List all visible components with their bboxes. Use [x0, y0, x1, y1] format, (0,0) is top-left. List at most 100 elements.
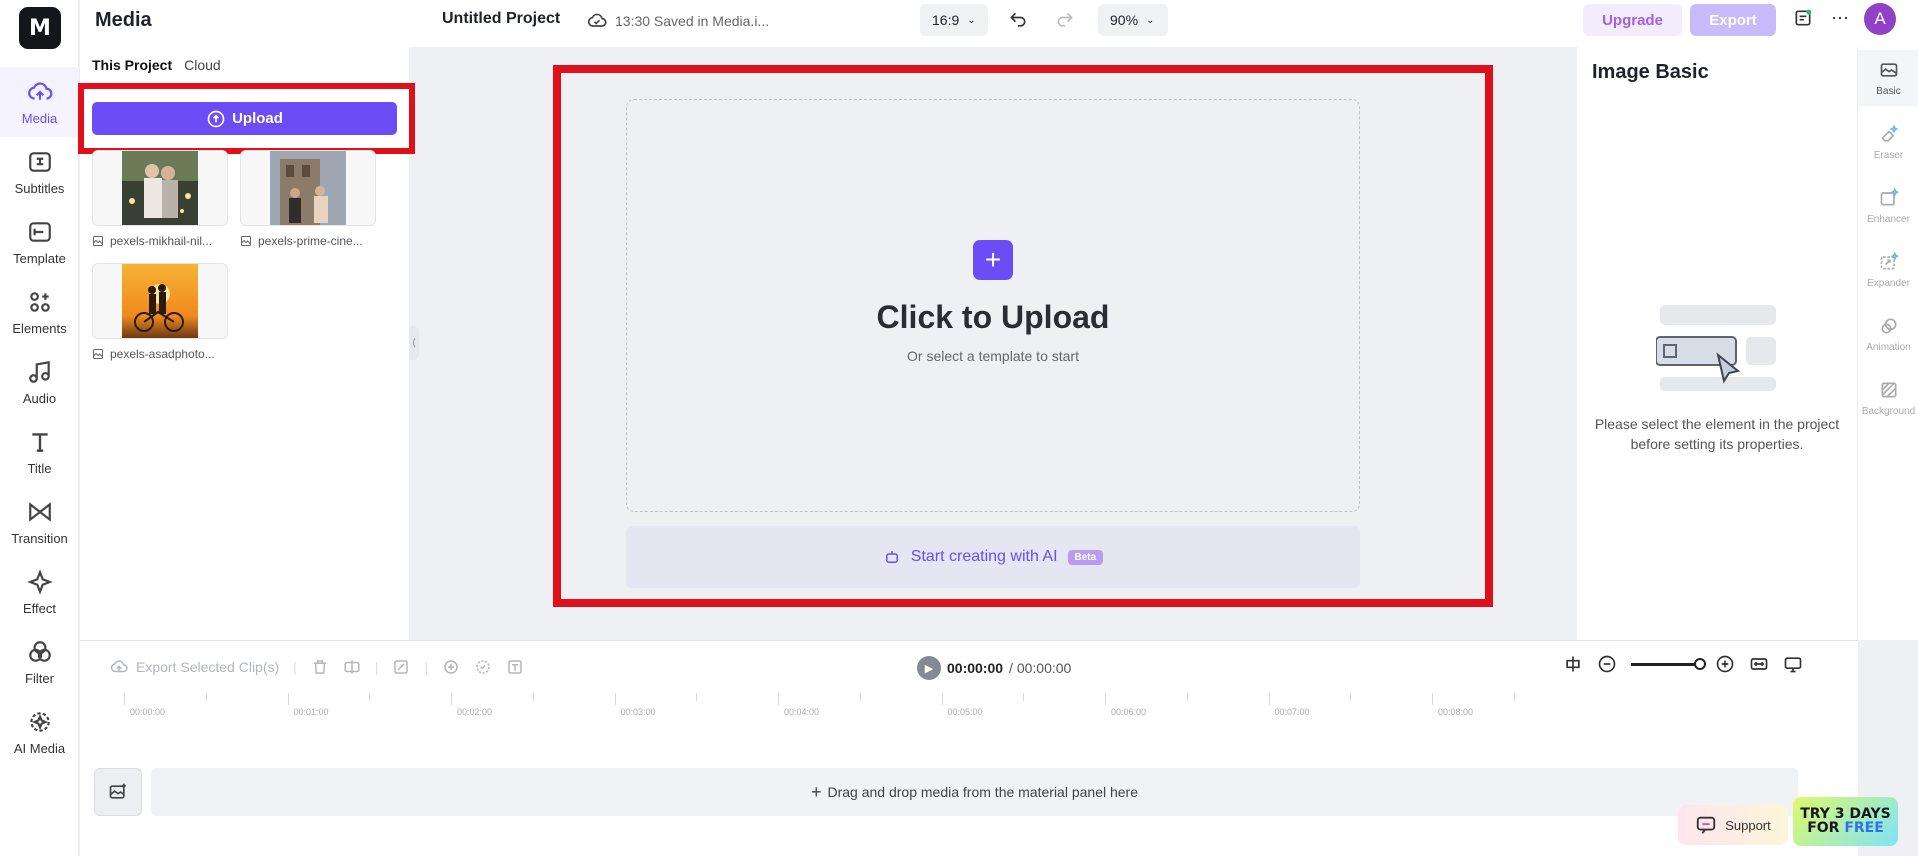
timeline-toolbar: Export Selected Clip(s) | | |: [110, 658, 524, 676]
nav-label: Audio: [22, 390, 57, 406]
undo-button[interactable]: [1006, 8, 1030, 32]
left-nav-rail: M Media Subtitles Template Elements Audi…: [0, 0, 79, 856]
enhancer-icon: [1880, 187, 1899, 205]
main-track-drop-area[interactable]: + Drag and drop media from the material …: [151, 768, 1798, 816]
nav-item-title[interactable]: Title: [0, 417, 79, 487]
tab-enhancer[interactable]: Enhancer: [1858, 178, 1918, 234]
ai-translate-icon[interactable]: [506, 658, 524, 676]
add-media-track-button[interactable]: [94, 768, 142, 816]
zoom-select[interactable]: 90% ⌄: [1098, 4, 1168, 36]
tab-cloud[interactable]: Cloud: [184, 57, 221, 73]
properties-panel: Image Basic Please select the element in…: [1577, 47, 1857, 640]
fit-timeline-icon[interactable]: [1749, 654, 1769, 674]
media-item[interactable]: pexels-asadphoto...: [92, 263, 228, 361]
tab-background[interactable]: Background: [1858, 370, 1918, 426]
select-template-hint: Or select a template to start: [907, 348, 1079, 364]
save-status: 13:30 Saved in Media.i...: [587, 11, 769, 31]
ai-cutout-icon[interactable]: [442, 658, 460, 676]
photo-thumbnail-building: [270, 151, 346, 225]
timeline-zoom-slider[interactable]: [1631, 657, 1706, 670]
total-time: / 00:00:00: [1009, 660, 1072, 676]
side-tab-label: Enhancer: [1867, 213, 1910, 225]
ruler-minor-tick: [1186, 693, 1188, 701]
task-list-button[interactable]: [1791, 6, 1815, 30]
nav-item-transition[interactable]: Transition: [0, 487, 79, 557]
nav-label: Subtitles: [14, 180, 65, 196]
photo-thumbnail-couple: [122, 151, 198, 225]
tab-animation[interactable]: Animation: [1858, 306, 1918, 362]
tab-basic[interactable]: Basic: [1858, 50, 1918, 106]
trial-line-2-prefix: FOR: [1807, 820, 1845, 836]
export-button[interactable]: Export: [1690, 4, 1776, 36]
nav-item-media[interactable]: Media: [0, 67, 79, 137]
image-icon: [241, 236, 251, 246]
monitor-icon[interactable]: [1783, 654, 1803, 674]
tab-eraser[interactable]: Eraser: [1858, 114, 1918, 170]
upgrade-button[interactable]: Upgrade: [1583, 4, 1682, 36]
free-trial-button[interactable]: TRY 3 DAYS FOR FREE: [1793, 797, 1898, 846]
timeline: Export Selected Clip(s) | | | ▶ 00:00:00…: [80, 640, 1858, 856]
support-button[interactable]: Support: [1678, 805, 1788, 845]
crop-icon[interactable]: [392, 658, 410, 676]
project-title[interactable]: Untitled Project: [442, 10, 560, 28]
nav-item-template[interactable]: Template: [0, 207, 79, 277]
nav-item-effect[interactable]: Effect: [0, 557, 79, 627]
ruler-minor-tick: [205, 693, 207, 701]
media-item[interactable]: pexels-mikhail-nil...: [92, 150, 228, 248]
add-media-button[interactable]: +: [973, 240, 1013, 280]
image-basic-icon: [1880, 62, 1897, 77]
ruler-tick: [1268, 693, 1270, 705]
tab-expander[interactable]: Expander: [1858, 242, 1918, 298]
aspect-ratio-select[interactable]: 16:9 ⌄: [920, 4, 988, 36]
nav-label: Media: [21, 110, 58, 126]
click-to-upload-heading[interactable]: Click to Upload: [626, 299, 1360, 336]
app-logo[interactable]: M: [19, 7, 61, 49]
more-options-button[interactable]: ⋯: [1828, 6, 1852, 30]
robot-icon: [885, 551, 898, 563]
nav-item-elements[interactable]: Elements: [0, 277, 79, 347]
nav-item-subtitles[interactable]: Subtitles: [0, 137, 79, 207]
export-selected-clips-button[interactable]: Export Selected Clip(s): [110, 658, 279, 676]
slider-knob[interactable]: [1694, 657, 1706, 670]
nav-item-audio[interactable]: Audio: [0, 347, 79, 417]
side-tab-label: Animation: [1866, 341, 1911, 353]
zoom-out-icon[interactable]: [1597, 654, 1617, 674]
media-item-name: pexels-asadphoto...: [92, 347, 228, 361]
side-tab-label: Background: [1861, 405, 1916, 417]
media-filename: pexels-mikhail-nil...: [110, 234, 213, 248]
track-drop-hint: Drag and drop media from the material pa…: [827, 784, 1139, 800]
snap-icon[interactable]: [1563, 654, 1583, 674]
play-button[interactable]: ▶: [917, 656, 941, 680]
ruler-label: 00:07:00: [1274, 707, 1310, 717]
start-with-ai-button[interactable]: Start creating with AI Beta: [626, 526, 1360, 588]
template-icon: [28, 221, 51, 242]
nav-label: Title: [27, 460, 52, 476]
avatar[interactable]: A: [1864, 3, 1896, 35]
property-side-tabs: Basic Eraser Enhancer Expander Animation…: [1857, 47, 1918, 640]
plus-icon: +: [984, 244, 1002, 275]
cloud-saved-icon: [587, 13, 607, 27]
nav-item-ai-media[interactable]: AI Media: [0, 697, 79, 767]
subtitles-icon: [28, 151, 51, 172]
ai-retouch-icon[interactable]: [474, 658, 492, 676]
tab-this-project[interactable]: This Project: [92, 57, 172, 73]
background-icon: [1881, 382, 1896, 397]
upload-button[interactable]: Upload: [92, 102, 397, 135]
music-note-icon: [28, 360, 50, 383]
more-dots-icon: ⋯: [1831, 7, 1849, 28]
ruler-minor-tick: [369, 693, 371, 701]
zoom-in-icon[interactable]: [1715, 654, 1735, 674]
ruler-tick: [451, 693, 452, 705]
redo-button[interactable]: [1053, 8, 1077, 32]
media-item[interactable]: pexels-prime-cine...: [240, 150, 376, 248]
delete-icon[interactable]: [311, 658, 329, 676]
panel-collapse-handle[interactable]: ⟨: [409, 326, 419, 360]
timeline-zoom-controls: [1563, 654, 1803, 674]
timeline-ruler[interactable]: 00:00:00 00:01:00 00:02:00 00:03:00 00:04:00…: [80, 691, 1858, 721]
animation-icon: [1881, 318, 1896, 333]
image-icon: [93, 236, 103, 246]
ruler-minor-tick: [859, 693, 861, 701]
media-panel-title: Media: [95, 9, 152, 31]
nav-item-filter[interactable]: Filter: [0, 627, 79, 697]
split-icon[interactable]: [343, 658, 361, 676]
